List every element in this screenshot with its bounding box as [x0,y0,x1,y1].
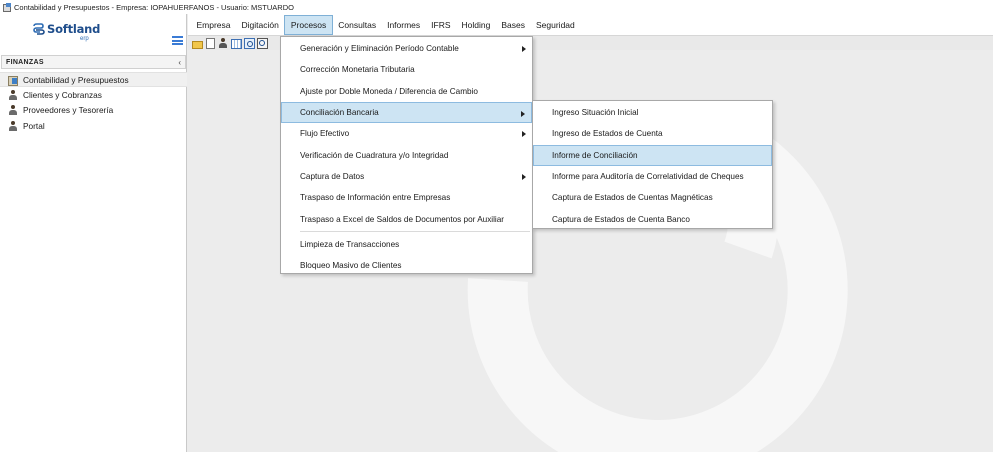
menu-item-flujo-efectivo[interactable]: Flujo Efectivo [281,123,532,144]
menu-consultas[interactable]: Consultas [333,15,382,35]
conciliacion-submenu: Ingreso Situación Inicial Ingreso de Est… [532,100,773,229]
finanzas-section-header[interactable]: FINANZAS ‹ [1,55,186,69]
person-icon [8,89,18,100]
menu-informes[interactable]: Informes [382,15,426,35]
new-document-icon[interactable] [205,38,215,49]
menu-bases[interactable]: Bases [496,15,531,35]
submenu-item-cuenta-banco[interactable]: Captura de Estados de Cuenta Banco [533,208,772,229]
menu-item-conciliacion-bancaria[interactable]: Conciliación Bancaria [281,101,532,124]
menu-item-label: Ajuste por Doble Moneda / Diferencia de … [300,86,478,96]
hamburger-menu-icon[interactable] [172,36,183,45]
submenu-item-cuentas-magneticas[interactable]: Captura de Estados de Cuentas Magnéticas [533,187,772,208]
submenu-item-label: Ingreso de Estados de Cuenta [552,129,663,139]
submenu-item-estados-cuenta[interactable]: Ingreso de Estados de Cuenta [533,123,772,144]
menu-procesos[interactable]: Procesos [284,14,333,35]
submenu-item-label: Captura de Estados de Cuentas Magnéticas [552,193,713,203]
menu-item-label: Generación y Eliminación Período Contabl… [300,44,459,54]
sidebar-item-label: Proveedores y Tesorería [23,105,114,116]
submenu-arrow-icon [522,46,526,52]
procesos-dropdown: Generación y Eliminación Período Contabl… [280,36,533,274]
preview-icon[interactable] [244,38,255,49]
menu-item-label: Traspaso a Excel de Saldos de Documentos… [300,214,505,224]
sidebar-item-label: Portal [23,120,45,131]
sidebar-item-proveedores[interactable]: Proveedores y Tesorería [0,103,187,118]
menu-item-bloqueo-clientes[interactable]: Bloqueo Masivo de Clientes [281,255,532,276]
collapse-chevron-icon[interactable]: ‹ [178,58,181,67]
sidebar: Softland erp FINANZAS ‹ Contabilidad y P… [0,14,187,452]
submenu-item-auditoria-cheques[interactable]: Informe para Auditoría de Correlatividad… [533,166,772,187]
calculator-icon [8,75,18,86]
menu-item-label: Flujo Efectivo [300,129,350,139]
menu-item-generacion-periodo[interactable]: Generación y Eliminación Período Contabl… [281,38,532,59]
sidebar-item-label: Contabilidad y Presupuestos [23,74,129,85]
menu-item-ajuste-doble-moneda[interactable]: Ajuste por Doble Moneda / Diferencia de … [281,81,532,102]
sidebar-item-portal[interactable]: Portal [0,118,187,133]
menu-seguridad[interactable]: Seguridad [531,15,581,35]
submenu-arrow-icon [521,110,525,117]
logo-brand-text: Softland [47,22,101,36]
window-title: Contabilidad y Presupuestos - Empresa: I… [14,2,294,12]
menu-item-label: Traspaso de Información entre Empresas [300,193,451,203]
submenu-item-situacion-inicial[interactable]: Ingreso Situación Inicial [533,102,772,123]
person-icon [8,120,18,131]
logo-sub-text: erp [80,36,89,42]
menu-ifrs[interactable]: IFRS [426,15,456,35]
menu-item-traspaso-empresas[interactable]: Traspaso de Información entre Empresas [281,187,532,208]
submenu-arrow-icon [522,173,526,180]
zoom-icon[interactable] [257,38,268,49]
menu-item-verificacion-cuadratura[interactable]: Verificación de Cuadratura y/o Integrida… [281,144,532,165]
menu-holding[interactable]: Holding [456,15,496,35]
submenu-item-label: Informe para Auditoría de Correlatividad… [552,172,744,182]
menu-digitacion[interactable]: Digitación [236,15,284,35]
person-icon [8,105,18,116]
section-title: FINANZAS [6,58,44,66]
app-icon [3,3,11,12]
submenu-arrow-icon [522,131,526,138]
grid-icon[interactable] [231,38,242,49]
menu-item-label: Bloqueo Masivo de Clientes [300,261,402,271]
softland-logo-icon [33,23,45,35]
menu-item-correccion-monetaria[interactable]: Corrección Monetaria Tributaria [281,59,532,80]
menu-separator [300,230,530,232]
main-menu-bar: Empresa Digitación Procesos Consultas In… [188,14,993,36]
logo-area: Softland erp [0,14,186,54]
open-folder-icon[interactable] [192,38,203,49]
menu-item-label: Verificación de Cuadratura y/o Integrida… [300,150,449,160]
menu-empresa[interactable]: Empresa [191,15,236,35]
menu-item-captura-datos[interactable]: Captura de Datos [281,166,532,187]
sidebar-item-label: Clientes y Cobranzas [23,89,102,100]
module-list: Contabilidad y Presupuestos Clientes y C… [0,72,187,133]
submenu-item-label: Informe de Conciliación [552,150,638,160]
submenu-item-label: Ingreso Situación Inicial [552,108,639,118]
submenu-item-informe-conciliacion[interactable]: Informe de Conciliación [533,144,772,166]
menu-item-label: Captura de Datos [300,171,365,181]
menu-item-label: Conciliación Bancaria [300,108,379,118]
window-title-bar: Contabilidad y Presupuestos - Empresa: I… [0,0,993,14]
sidebar-item-clientes[interactable]: Clientes y Cobranzas [0,87,187,102]
softland-logo: Softland [32,22,100,36]
submenu-item-label: Captura de Estados de Cuenta Banco [552,214,690,224]
menu-item-label: Limpieza de Transacciones [300,239,400,249]
user-icon[interactable] [218,38,228,48]
menu-item-traspaso-excel[interactable]: Traspaso a Excel de Saldos de Documentos… [281,208,532,229]
menu-item-label: Corrección Monetaria Tributaria [300,65,415,75]
menu-item-limpieza-transacciones[interactable]: Limpieza de Transacciones [281,234,532,255]
sidebar-item-contabilidad[interactable]: Contabilidad y Presupuestos [0,72,187,88]
